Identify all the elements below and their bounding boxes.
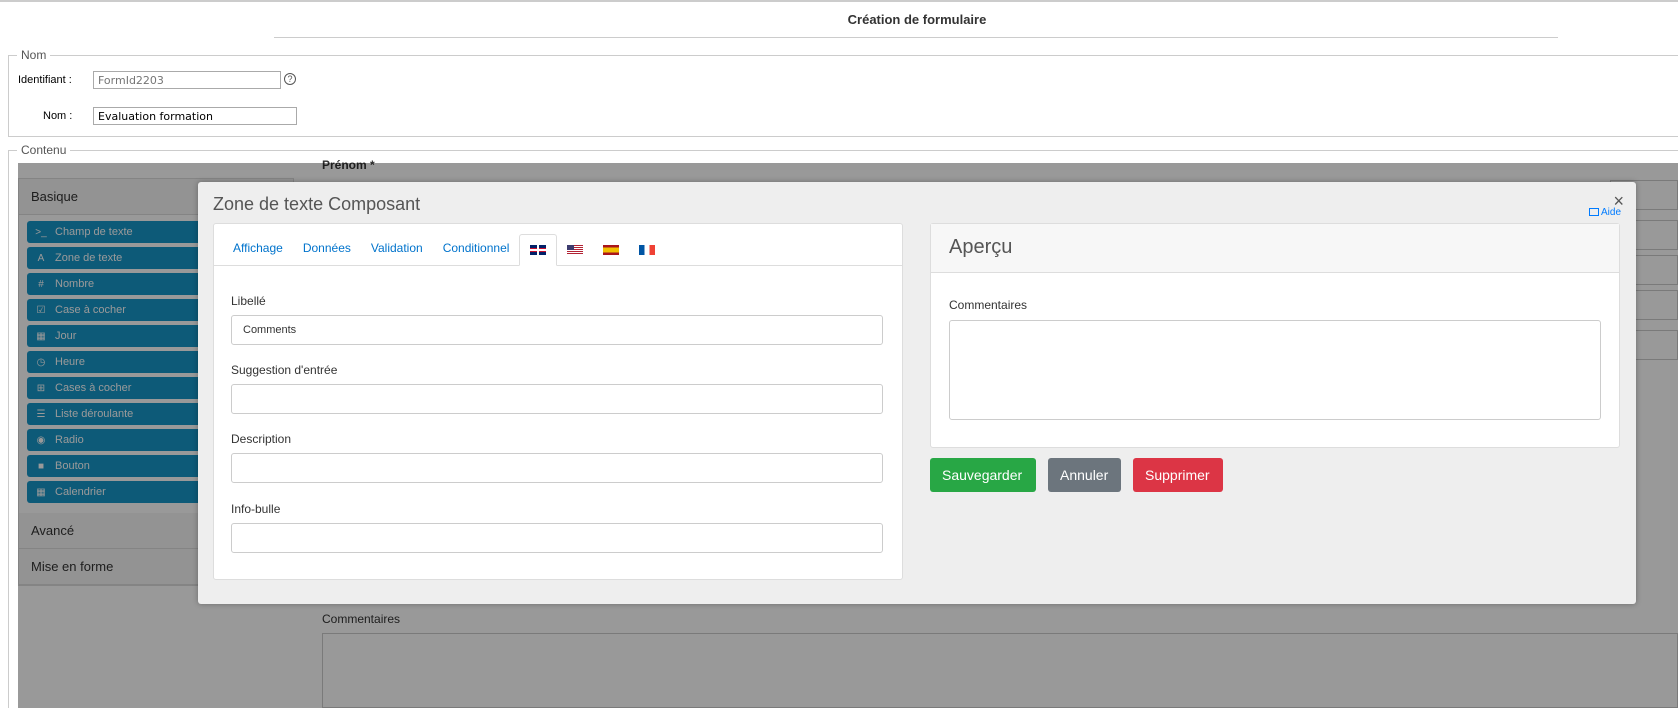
help-icon[interactable]: ? [284,73,296,85]
preview-title: Aperçu [931,224,1619,273]
delete-button[interactable]: Supprimer [1133,458,1223,492]
preview-field-label: Commentaires [949,298,1028,312]
nom-input[interactable] [93,107,297,125]
title-divider [274,37,1558,38]
libelle-label: Libellé [231,294,266,308]
infobulle-label: Info-bulle [231,502,281,516]
save-button[interactable]: Sauvegarder [930,458,1036,492]
modal-title: Zone de texte Composant [213,194,421,214]
cancel-button[interactable]: Annuler [1048,458,1121,492]
identifiant-label: Identifiant : [18,74,72,86]
contenu-legend: Contenu [21,143,67,157]
tab-validation[interactable]: Validation [361,234,433,266]
suggestion-label: Suggestion d'entrée [231,363,338,377]
gb-flag-icon [530,245,547,255]
edit-panel: Affichage Données Validation Conditionne… [213,223,903,580]
tab-conditionnel[interactable]: Conditionnel [433,234,520,266]
tab-lang-fr[interactable] [629,234,665,266]
suggestion-input[interactable] [231,384,883,414]
description-input[interactable] [231,453,883,483]
identifiant-input[interactable] [93,71,281,89]
description-label: Description [231,432,292,446]
preview-panel: Aperçu Commentaires [930,223,1620,448]
nom-legend: Nom [21,48,47,62]
infobulle-input[interactable] [231,523,883,553]
component-modal: Zone de texte Composant × Aide Affichage… [198,182,1636,604]
tab-affichage[interactable]: Affichage [223,234,293,266]
top-border [0,0,1678,2]
us-flag-icon [567,245,584,255]
aide-link[interactable]: Aide [1588,207,1621,218]
tab-lang-en-gb[interactable] [519,234,558,266]
preview-textarea[interactable] [949,320,1601,420]
fr-flag-icon [639,245,656,255]
external-link-icon [1588,208,1599,217]
tab-lang-en-us[interactable] [557,234,593,266]
libelle-input[interactable]: Comments [231,315,883,345]
tab-lang-es[interactable] [593,234,629,266]
nom-label: Nom : [43,110,73,122]
tab-donnees[interactable]: Données [293,234,361,266]
page-title: Création de formulaire [847,12,987,27]
tab-bar: Affichage Données Validation Conditionne… [214,224,902,266]
es-flag-icon [603,245,620,255]
